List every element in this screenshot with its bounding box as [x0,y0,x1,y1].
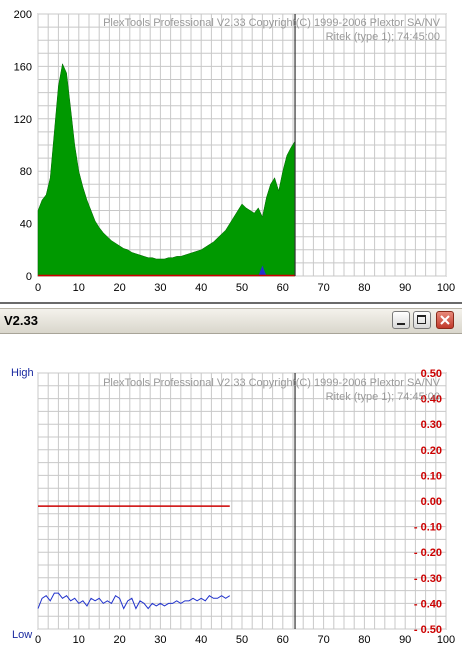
x-tick-label: 30 [154,282,166,294]
x-tick-label: 100 [437,634,455,646]
y-right-tick-label: 0.00 [421,496,442,508]
x-tick-label: 20 [113,282,125,294]
x-tick-label: 80 [358,282,370,294]
x-tick-label: 50 [236,282,248,294]
x-tick-label: 70 [317,282,329,294]
x-tick-label: 0 [35,634,41,646]
close-icon [440,315,450,325]
y-right-tick-label: - 0.30 [414,573,442,585]
bottom-watermark-line2: Ritek (type 1); 74:45:00 [325,391,440,403]
x-tick-label: 90 [399,282,411,294]
y-right-tick-label: 0.20 [421,445,442,457]
x-tick-label: 40 [195,282,207,294]
y-right-tick-label: 0.30 [421,419,442,431]
x-tick-label: 50 [236,634,248,646]
x-tick-label: 90 [399,634,411,646]
x-tick-label: 10 [73,634,85,646]
window-title-bar[interactable]: V2.33 [0,308,462,334]
x-tick-label: 10 [73,282,85,294]
y-tick-label: 80 [20,166,32,178]
left-axis-high-label: High [11,367,34,379]
x-tick-label: 60 [277,282,289,294]
y-tick-label: 200 [14,9,32,21]
y-right-tick-label: - 0.20 [414,547,442,559]
minimize-icon [397,323,405,325]
maximize-button[interactable] [413,311,431,329]
maximize-icon [417,315,426,324]
top-chart: 0 40 80 120 160 200 0 10 20 30 40 50 60 70 80 90 100 [0,9,462,304]
x-tick-label: 40 [195,634,207,646]
bottom-chart-panel: 0.50 0.40 0.30 0.20 0.10 0.00- 0.10- 0.20- 0.… [0,333,462,662]
y-tick-label: 40 [20,219,32,231]
y-right-tick-label: - 0.10 [414,522,442,534]
top-watermark-line2: Ritek (type 1); 74:45:00 [325,31,440,43]
y-right-tick-label: - 0.40 [414,598,442,610]
top-chart-panel: 0 40 80 120 160 200 0 10 20 30 40 50 60 70 80 90 100 Ple… [0,0,462,306]
minimize-button[interactable] [392,311,410,329]
x-tick-label: 20 [113,634,125,646]
x-tick-label: 60 [277,634,289,646]
close-button[interactable] [436,311,454,329]
y-right-tick-label: 0.10 [421,470,442,482]
y-tick-label: 120 [14,114,32,126]
x-tick-label: 30 [154,634,166,646]
x-tick-label: 0 [35,282,41,294]
y-tick-label: 160 [14,61,32,73]
x-tick-label: 70 [317,634,329,646]
x-tick-label: 100 [437,282,455,294]
window-title: V2.33 [4,313,38,328]
left-axis-low-label: Low [12,629,33,641]
y-tick-label: 0 [26,271,32,283]
top-watermark-line1: PlexTools Professional V2.33 Copyright(C… [103,17,440,29]
bottom-watermark-line1: PlexTools Professional V2.33 Copyright(C… [103,377,440,389]
x-tick-label: 80 [358,634,370,646]
